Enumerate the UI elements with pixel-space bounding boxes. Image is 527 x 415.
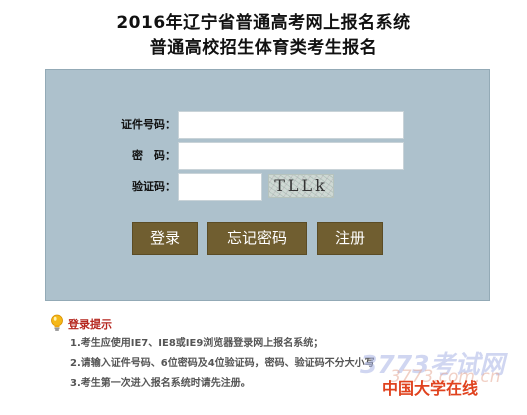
login-page: 2016年辽宁省普通高考网上报名系统 普通高校招生体育类考生报名 证件号码： 密… bbox=[0, 0, 527, 415]
captcha-input[interactable] bbox=[178, 173, 262, 201]
forgot-password-button[interactable]: 忘记密码 bbox=[207, 222, 307, 255]
tips-title: 登录提示 bbox=[68, 318, 112, 331]
tip-item-3: 3.考生第一次进入报名系统时请先注册。 bbox=[70, 378, 251, 389]
lightbulb-icon bbox=[51, 314, 63, 331]
captcha-image-text: TLLk bbox=[274, 176, 328, 195]
page-subtitle: 普通高校招生体育类考生报名 bbox=[149, 38, 378, 58]
register-button[interactable]: 注册 bbox=[317, 222, 383, 255]
login-button[interactable]: 登录 bbox=[132, 222, 198, 255]
tip-item-1: 1.考生应使用IE7、IE8或IE9浏览器登录网上报名系统； bbox=[70, 338, 324, 349]
login-tips: 登录提示 1.考生应使用IE7、IE8或IE9浏览器登录网上报名系统； 2.请输… bbox=[50, 314, 490, 394]
page-title: 2016年辽宁省普通高考网上报名系统 bbox=[116, 13, 411, 33]
password-label: 密 码： bbox=[132, 149, 176, 162]
id-number-input[interactable] bbox=[178, 111, 404, 139]
id-label: 证件号码： bbox=[121, 118, 176, 131]
password-input[interactable] bbox=[178, 142, 404, 170]
captcha-label: 验证码： bbox=[132, 180, 176, 193]
tip-item-2: 2.请输入证件号码、6位密码及4位验证码，密码、验证码不分大小写 bbox=[70, 358, 375, 369]
login-panel: 证件号码： 密 码： 验证码： TLLk 登录 忘记密码 注册 bbox=[45, 69, 490, 301]
tips-header: 登录提示 bbox=[50, 314, 490, 334]
captcha-image[interactable]: TLLk bbox=[268, 174, 334, 198]
